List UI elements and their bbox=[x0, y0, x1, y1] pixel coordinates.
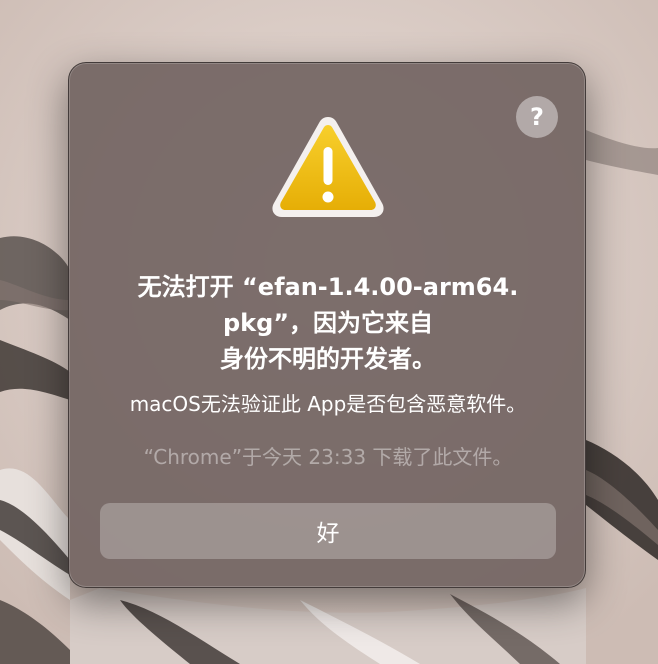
warning-triangle-icon bbox=[272, 117, 384, 217]
dialog-title-line: 无法打开 “efan-1.4.00-arm64. bbox=[137, 273, 519, 301]
download-info-text: “Chrome”于今天 23:33 下载了此文件。 bbox=[143, 445, 513, 469]
dialog-title: 无法打开 “efan-1.4.00-arm64. pkg”，因为它来自 身份不明… bbox=[89, 269, 567, 377]
dialog-title-line: 身份不明的开发者。 bbox=[220, 345, 436, 373]
dialog-title-line: pkg”，因为它来自 bbox=[222, 309, 434, 337]
ok-button[interactable]: 好 bbox=[100, 503, 556, 559]
dialog-message: macOS无法验证此 App是否包含恶意软件。 bbox=[129, 392, 527, 416]
help-button[interactable]: ? bbox=[516, 96, 558, 138]
help-question-icon: ? bbox=[530, 103, 544, 131]
unidentified-developer-dialog: ? 无法打开 “efan-1.4.00-arm64. pkg”，因为它来自 身份… bbox=[68, 62, 586, 588]
